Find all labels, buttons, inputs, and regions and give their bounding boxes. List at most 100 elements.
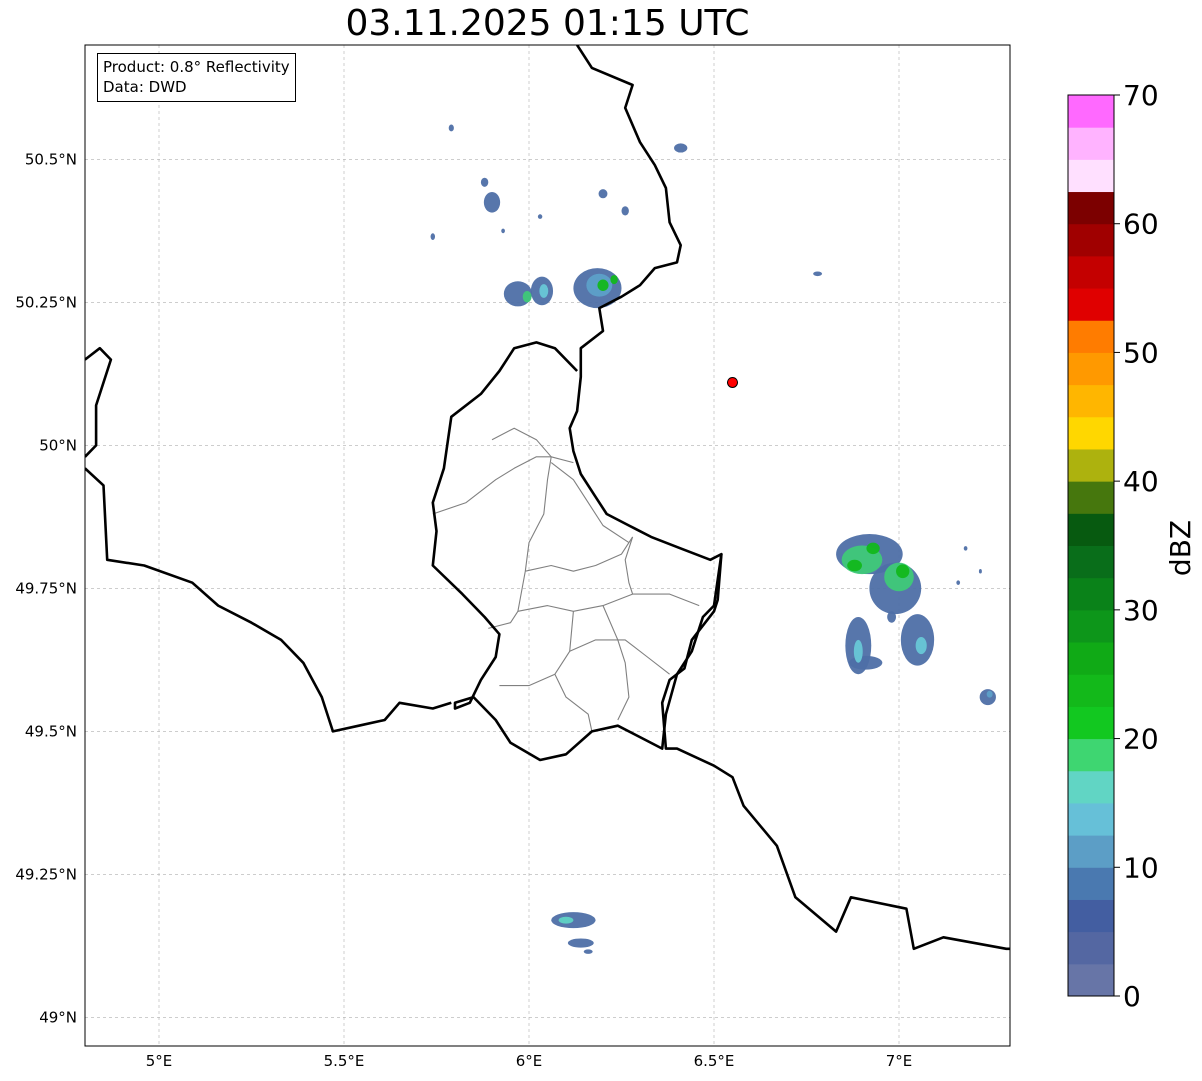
lon-tick-label: 7°E — [886, 1052, 913, 1070]
radar-echoes — [430, 124, 996, 954]
canton-border — [488, 571, 526, 629]
echo-cell — [610, 274, 618, 285]
echo-cell — [853, 639, 863, 663]
colorbar-tick-label: 50 — [1123, 336, 1159, 369]
colorbar-tick-label: 20 — [1123, 723, 1159, 756]
lat-tick-label: 49.75°N — [15, 579, 77, 597]
longitude-ticks: 5°E 5.5°E 6°E 6.5°E 7°E — [146, 1052, 913, 1070]
national-border — [85, 467, 452, 733]
colorbar-segment — [1068, 802, 1114, 836]
radar-site-marker — [727, 376, 738, 388]
echo-cell — [956, 580, 961, 585]
echo-cell — [866, 542, 880, 555]
colorbar-segment — [1068, 255, 1114, 289]
echo-cell — [978, 568, 982, 574]
colorbar-segment — [1068, 352, 1114, 386]
canton-border — [624, 536, 634, 595]
colorbar-tick-label: 70 — [1123, 79, 1159, 112]
country-borders — [85, 45, 1010, 951]
colorbar-segment — [1068, 513, 1114, 546]
colorbar-segment — [1068, 223, 1114, 257]
lat-tick-label: 49.25°N — [15, 865, 77, 883]
colorbar-segment — [1068, 609, 1114, 643]
colorbar-segment — [1068, 320, 1114, 353]
echo-cell — [896, 564, 910, 579]
echo-cell — [847, 559, 862, 572]
colorbar-tick-label: 60 — [1123, 208, 1159, 241]
colorbar-tick-label: 30 — [1123, 594, 1159, 627]
colorbar-segment — [1068, 416, 1114, 450]
colorbar-segment — [1068, 159, 1114, 193]
canton-border — [554, 673, 593, 732]
lat-tick-label: 49.5°N — [25, 722, 77, 740]
data-source-label: Data: DWD — [103, 78, 187, 96]
product-label: Product: 0.8° Reflectivity — [103, 58, 290, 76]
echo-cell — [963, 546, 968, 551]
echo-cell — [430, 233, 436, 241]
echo-cell — [480, 177, 489, 187]
canton-border — [525, 536, 634, 572]
colorbar-tick-label: 40 — [1123, 465, 1159, 498]
colorbar-unit-label: dBZ — [1164, 520, 1197, 576]
lon-tick-label: 5.5°E — [324, 1052, 365, 1070]
canton-border — [432, 456, 574, 515]
product-info-box: Product: 0.8° Reflectivity Data: DWD — [97, 53, 296, 102]
canton-border — [517, 593, 700, 612]
colorbar-tick-label: 0 — [1123, 980, 1141, 1013]
echo-cell — [849, 655, 883, 670]
echo-cell — [551, 912, 596, 929]
colorbar-segment — [1068, 706, 1114, 740]
colorbar-segment — [1068, 577, 1114, 611]
colorbar-segment — [1068, 770, 1114, 804]
colorbar-tick-label: 10 — [1123, 851, 1159, 884]
colorbar-segment — [1068, 191, 1114, 225]
canton-border — [491, 427, 552, 572]
colorbar: 0 10 20 30 40 50 60 70 dBZ — [1067, 79, 1197, 1013]
echo-cell — [887, 611, 897, 623]
echo-cell — [583, 949, 593, 954]
echo-cell — [501, 228, 505, 234]
lon-tick-label: 6.5°E — [694, 1052, 735, 1070]
echo-cell — [522, 290, 532, 303]
canton-border — [550, 462, 630, 544]
echo-cell — [567, 938, 594, 948]
colorbar-segment — [1068, 384, 1114, 418]
colorbar-segment — [1068, 674, 1114, 707]
echo-cell — [448, 124, 454, 132]
canton-border — [602, 605, 630, 721]
latitude-ticks: 49°N 49.25°N 49.5°N 49.75°N 50°N 50.25°N 50.5°… — [15, 150, 77, 1026]
lon-tick-label: 6°E — [516, 1052, 543, 1070]
colorbar-segment — [1068, 288, 1114, 321]
echo-cell — [558, 916, 574, 924]
echo-cell — [979, 689, 996, 706]
colorbar-segment — [1068, 963, 1114, 997]
colorbar-segment — [1068, 835, 1114, 868]
colorbar-segment — [1068, 127, 1114, 160]
lon-tick-label: 5°E — [146, 1052, 173, 1070]
echo-cell — [986, 690, 993, 698]
colorbar-segment — [1068, 642, 1114, 675]
colorbar-segment — [1068, 867, 1114, 900]
national-border — [568, 45, 1010, 951]
colorbar-segment — [1068, 545, 1114, 579]
radar-figure: 5°E 5.5°E 6°E 6.5°E 7°E 49°N 49.25°N 49.5°N 49.… — [15, 44, 1197, 1070]
echo-cell — [597, 279, 609, 291]
echo-cell — [598, 189, 608, 199]
echo-cell — [483, 192, 501, 213]
radar-site-dot — [727, 376, 738, 388]
colorbar-segment — [1068, 448, 1114, 482]
echo-cell — [539, 284, 549, 298]
lat-tick-label: 50.5°N — [25, 150, 77, 168]
echo-cell — [915, 637, 927, 655]
echo-cell — [674, 143, 688, 153]
lat-tick-label: 50°N — [39, 436, 77, 454]
echo-cell — [621, 206, 629, 216]
echo-cell — [537, 214, 543, 219]
colorbar-segment — [1068, 931, 1114, 965]
lat-tick-label: 50.25°N — [15, 293, 77, 311]
echo-cell — [813, 271, 823, 277]
colorbar-segment — [1068, 899, 1114, 933]
colorbar-segment — [1068, 481, 1114, 514]
lat-tick-label: 49°N — [39, 1008, 77, 1026]
national-border — [85, 346, 113, 458]
